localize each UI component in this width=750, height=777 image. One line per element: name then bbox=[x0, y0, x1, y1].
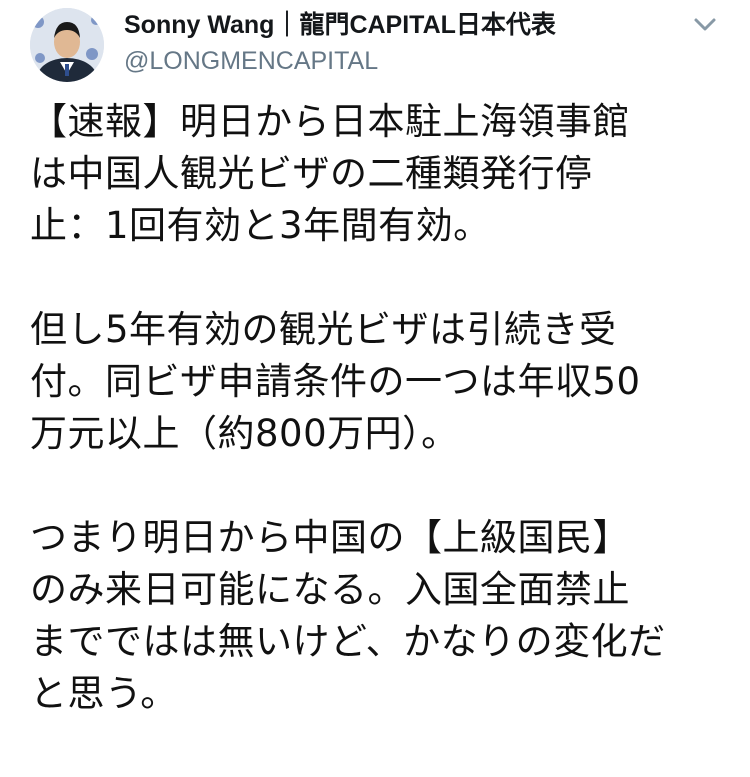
text-line: 但し5年有効の観光ビザは引続き受 bbox=[30, 308, 617, 351]
author-name[interactable]: Sonny Wang｜龍門CAPITAL日本代表 bbox=[124, 10, 556, 40]
text-line: のみ来日可能になる。入国全面禁止 bbox=[30, 568, 630, 611]
text-line: までではは無いけど、かなりの変化だ bbox=[30, 620, 666, 663]
text-line: 止：1回有効と3年間有効。 bbox=[30, 204, 491, 247]
text-line: は中国人観光ビザの二種類発行停 bbox=[30, 152, 593, 195]
tweet-paragraph: 【速報】明日から日本駐上海領事館 は中国人観光ビザの二種類発行停 止：1回有効と… bbox=[30, 96, 730, 252]
chevron-down-icon[interactable] bbox=[688, 12, 722, 38]
text-line: 付。同ビザ申請条件の一つは年収50 bbox=[30, 360, 641, 403]
text-line: と思う。 bbox=[30, 672, 178, 715]
author-handle[interactable]: @LONGMENCAPITAL bbox=[124, 46, 378, 76]
avatar-image bbox=[30, 8, 104, 82]
avatar[interactable] bbox=[30, 8, 104, 82]
tweet-paragraph: つまり明日から中国の【上級国民】 のみ来日可能になる。入国全面禁止 までではは無… bbox=[30, 512, 730, 720]
text-line: つまり明日から中国の【上級国民】 bbox=[30, 516, 630, 559]
text-line: 万元以上（約800万円）。 bbox=[30, 412, 459, 455]
tweet-paragraph: 但し5年有効の観光ビザは引続き受 付。同ビザ申請条件の一つは年収50 万元以上（… bbox=[30, 304, 730, 460]
text-line: 【速報】明日から日本駐上海領事館 bbox=[30, 100, 630, 143]
tweet-header: Sonny Wang｜龍門CAPITAL日本代表 @LONGMENCAPITAL bbox=[0, 0, 750, 90]
tweet-text: 【速報】明日から日本駐上海領事館 は中国人観光ビザの二種類発行停 止：1回有効と… bbox=[30, 96, 730, 720]
